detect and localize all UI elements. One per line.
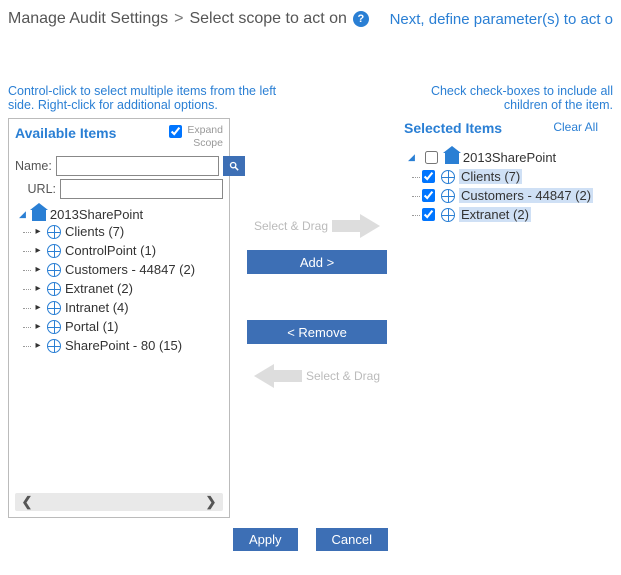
search-icon (229, 160, 239, 172)
next-step-link[interactable]: Next, define parameter(s) to act o (390, 11, 613, 28)
arrow-left-icon (254, 364, 274, 388)
available-items-panel: Available Items Expand Scope Name: URL: … (8, 118, 230, 518)
help-icon[interactable]: ? (353, 11, 369, 27)
globe-icon (47, 282, 61, 296)
collapse-icon[interactable]: ◢ (408, 152, 415, 163)
home-icon (445, 152, 459, 164)
globe-icon (47, 301, 61, 315)
expand-icon[interactable]: ▸ (33, 340, 43, 351)
expand-icon[interactable]: ▸ (33, 321, 43, 332)
globe-icon (47, 244, 61, 258)
tree-item-label: Customers - 44847 (2) (65, 262, 195, 277)
tree-item[interactable]: Clients (7) (422, 167, 598, 186)
available-items-title: Available Items (15, 125, 116, 141)
expand-icon[interactable]: ▸ (33, 226, 43, 237)
cancel-button[interactable]: Cancel (316, 528, 388, 551)
url-input[interactable] (60, 179, 223, 199)
name-label: Name: (15, 159, 52, 173)
available-tree: ◢ 2013SharePoint ▸ Clients (7) ▸ ControlPo… (15, 207, 223, 355)
tree-item-label: Intranet (4) (65, 300, 129, 315)
tree-item-label: Customers - 44847 (2) (459, 188, 593, 203)
tree-item-label: ControlPoint (1) (65, 243, 156, 258)
search-button[interactable] (223, 156, 245, 176)
arrow-right-icon (360, 214, 380, 238)
tree-root-available[interactable]: ◢ 2013SharePoint (19, 207, 223, 222)
collapse-icon[interactable]: ◢ (19, 209, 26, 220)
tree-item[interactable]: ▸ Extranet (2) (33, 279, 223, 298)
globe-icon (47, 263, 61, 277)
url-label: URL: (15, 182, 56, 196)
breadcrumb-bar: Manage Audit Settings > Select scope to … (8, 8, 613, 42)
tree-root-selected[interactable]: ◢ 2013SharePoint (408, 148, 598, 167)
tree-item-label: Extranet (2) (459, 207, 531, 222)
tree-item-label: SharePoint - 80 (15) (65, 338, 182, 353)
globe-icon (441, 170, 455, 184)
transfer-controls: Select & Drag Add > < Remove Select & Dr… (242, 118, 392, 394)
expand-scope-checkbox[interactable] (169, 125, 182, 138)
tree-item-label: Portal (1) (65, 319, 118, 334)
item-checkbox[interactable] (422, 208, 435, 221)
drag-hint-right: Select & Drag (254, 214, 380, 238)
root-label: 2013SharePoint (463, 150, 556, 165)
tree-item[interactable]: ▸ Portal (1) (33, 317, 223, 336)
scroll-left-icon[interactable]: ❮ (15, 494, 39, 510)
selected-tree: ◢ 2013SharePoint Clients (7) Customers -… (404, 148, 598, 224)
globe-icon (47, 339, 61, 353)
tree-item[interactable]: ▸ ControlPoint (1) (33, 241, 223, 260)
tree-item[interactable]: ▸ Customers - 44847 (2) (33, 260, 223, 279)
tree-item-label: Extranet (2) (65, 281, 133, 296)
expand-icon[interactable]: ▸ (33, 264, 43, 275)
root-label: 2013SharePoint (50, 207, 143, 222)
apply-button[interactable]: Apply (233, 528, 298, 551)
tree-item[interactable]: Customers - 44847 (2) (422, 186, 598, 205)
tree-item[interactable]: ▸ SharePoint - 80 (15) (33, 336, 223, 355)
crumb-select-scope: Select scope to act on (189, 10, 346, 28)
globe-icon (47, 225, 61, 239)
tree-item[interactable]: Extranet (2) (422, 205, 598, 224)
crumb-manage-audit[interactable]: Manage Audit Settings (8, 10, 168, 28)
horizontal-scrollbar[interactable]: ❮ ❯ (15, 493, 223, 511)
expand-scope-toggle[interactable]: Expand Scope (169, 125, 223, 149)
scroll-right-icon[interactable]: ❯ (199, 494, 223, 510)
expand-icon[interactable]: ▸ (33, 283, 43, 294)
root-checkbox[interactable] (425, 151, 438, 164)
drag-hint-left: Select & Drag (254, 364, 380, 388)
remove-button[interactable]: < Remove (247, 320, 387, 344)
item-checkbox[interactable] (422, 189, 435, 202)
selected-items-title: Selected Items (404, 120, 502, 136)
tree-item-label: Clients (7) (459, 169, 522, 184)
name-input[interactable] (56, 156, 219, 176)
home-icon (32, 209, 46, 221)
hint-left: Control-click to select multiple items f… (8, 84, 288, 112)
add-button[interactable]: Add > (247, 250, 387, 274)
globe-icon (47, 320, 61, 334)
hint-right: Check check-boxes to include all childre… (423, 84, 613, 112)
globe-icon (441, 208, 455, 222)
item-checkbox[interactable] (422, 170, 435, 183)
hint-row: Control-click to select multiple items f… (8, 84, 613, 112)
expand-icon[interactable]: ▸ (33, 302, 43, 313)
selected-items-panel: Selected Items Clear All ◢ 2013SharePoin… (404, 118, 598, 518)
crumb-sep: > (174, 10, 183, 28)
globe-icon (441, 189, 455, 203)
clear-all-link[interactable]: Clear All (553, 120, 598, 134)
tree-item[interactable]: ▸ Intranet (4) (33, 298, 223, 317)
tree-item[interactable]: ▸ Clients (7) (33, 222, 223, 241)
tree-item-label: Clients (7) (65, 224, 124, 239)
action-buttons: Apply Cancel (8, 528, 613, 551)
expand-icon[interactable]: ▸ (33, 245, 43, 256)
